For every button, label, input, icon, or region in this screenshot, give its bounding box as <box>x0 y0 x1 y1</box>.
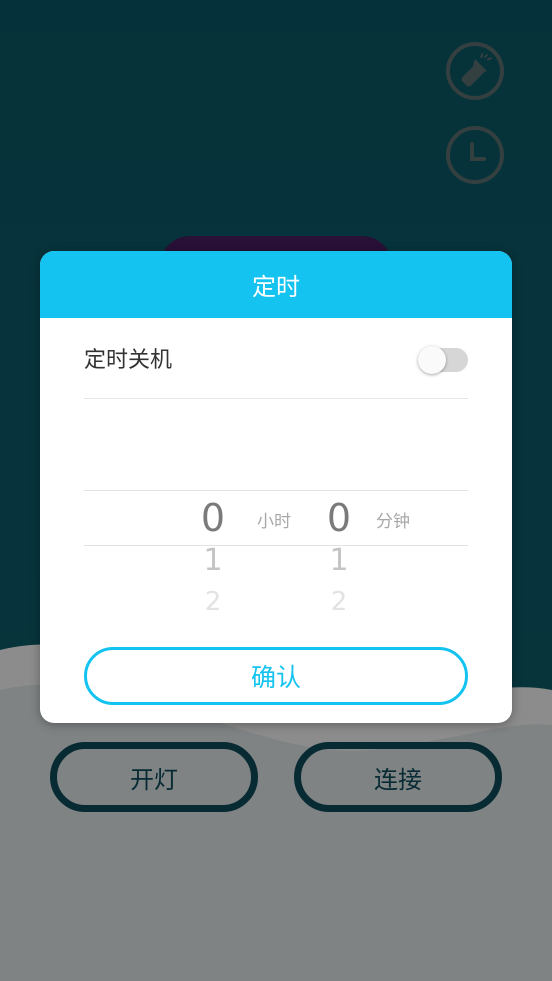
hours-selected: 0 <box>200 496 226 540</box>
minutes-next: 1 <box>329 543 349 578</box>
confirm-label: 确认 <box>250 663 301 692</box>
minutes-unit: 分钟 <box>376 512 410 532</box>
shutdown-toggle[interactable] <box>418 346 468 374</box>
picker-divider-bottom <box>84 545 468 546</box>
shutdown-label: 定时关机 <box>84 348 173 373</box>
dialog-header: 定时 <box>40 251 512 318</box>
hours-unit: 小时 <box>257 512 291 532</box>
dialog-title: 定时 <box>252 273 300 301</box>
hours-next: 1 <box>203 543 223 578</box>
minutes-selected: 0 <box>326 496 352 540</box>
timer-dialog: 定时 定时关机 0 1 2 小时 0 1 2 分钟 确认 <box>40 251 512 723</box>
shutdown-row: 定时关机 <box>84 318 468 399</box>
picker-divider-top <box>84 490 468 491</box>
minutes-next2: 2 <box>330 587 348 617</box>
hours-next2: 2 <box>204 587 222 617</box>
toggle-thumb <box>418 346 446 374</box>
confirm-button[interactable]: 确认 <box>84 647 468 705</box>
